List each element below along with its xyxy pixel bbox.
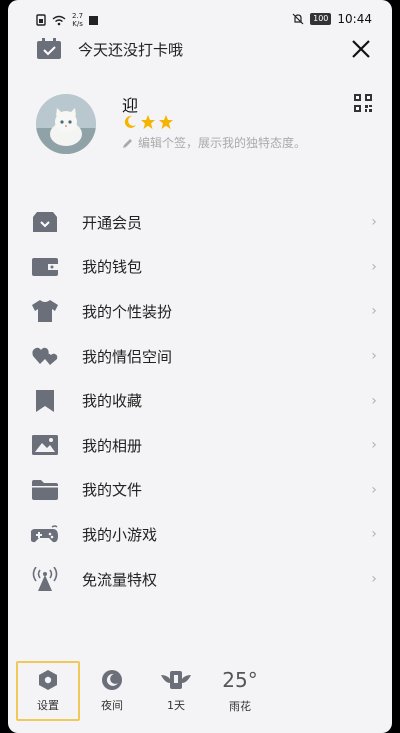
sim-card-icon bbox=[36, 14, 46, 26]
checkin-days-button[interactable]: 1天 bbox=[144, 661, 208, 721]
settings-label: 设置 bbox=[37, 699, 59, 712]
menu-item-album[interactable]: 我的相册 › bbox=[28, 423, 380, 468]
moon-level-icon bbox=[124, 115, 136, 128]
tshirt-icon bbox=[32, 300, 58, 323]
menu-item-label: 我的钱包 bbox=[82, 258, 143, 277]
menu-item-label: 免流量特权 bbox=[82, 570, 158, 589]
menu-item-favorites[interactable]: 我的收藏 › bbox=[28, 378, 380, 423]
chevron-right-icon: › bbox=[371, 481, 377, 498]
clock: 10:44 bbox=[337, 12, 372, 26]
vip-shop-icon bbox=[33, 212, 57, 233]
profile-section: 迎 编辑个签，展示我的独特态度。 bbox=[36, 94, 372, 154]
menu-item-label: 我的情侣空间 bbox=[82, 347, 173, 366]
weather-location: 雨花 bbox=[229, 700, 251, 713]
bottom-bar: 设置 夜间 1天 25° 雨花 bbox=[8, 655, 392, 733]
chevron-right-icon: › bbox=[371, 303, 377, 320]
gamepad-icon bbox=[31, 525, 58, 543]
chevron-right-icon: › bbox=[371, 437, 377, 454]
status-left: 2.7 K/s bbox=[36, 12, 99, 28]
photo-icon bbox=[32, 435, 58, 456]
settings-button[interactable]: 设置 bbox=[16, 661, 80, 721]
chevron-right-icon: › bbox=[371, 526, 377, 543]
menu-item-wallet[interactable]: 我的钱包 › bbox=[28, 245, 380, 290]
menu-item-couple[interactable]: 我的情侣空间 › bbox=[28, 334, 380, 379]
night-mode-button[interactable]: 夜间 bbox=[80, 661, 144, 721]
night-label: 夜间 bbox=[101, 699, 123, 712]
menu-list: 开通会员 › 我的钱包 › 我的个性装扮 › 我的情侣空间 › 我的收藏 › 我… bbox=[28, 200, 380, 601]
menu-item-label: 我的收藏 bbox=[82, 392, 143, 411]
username[interactable]: 迎 bbox=[122, 92, 138, 116]
bookmark-icon bbox=[36, 389, 54, 412]
signature-placeholder: 编辑个签，展示我的独特态度。 bbox=[138, 136, 307, 150]
level-badges[interactable] bbox=[122, 114, 174, 130]
chevron-right-icon: › bbox=[371, 348, 377, 365]
avatar[interactable] bbox=[36, 94, 96, 154]
menu-item-vip[interactable]: 开通会员 › bbox=[28, 200, 380, 245]
status-right: 100 10:44 bbox=[292, 12, 372, 26]
menu-item-label: 我的文件 bbox=[82, 481, 143, 500]
menu-item-label: 我的小游戏 bbox=[82, 525, 158, 544]
menu-item-dressup[interactable]: 我的个性装扮 › bbox=[28, 289, 380, 334]
menu-item-label: 我的个性装扮 bbox=[82, 302, 173, 321]
weather-button[interactable]: 25° 雨花 bbox=[208, 661, 272, 721]
weather-temperature: 25° bbox=[222, 668, 258, 692]
winged-badge-icon bbox=[161, 671, 191, 689]
menu-item-free-data[interactable]: 免流量特权 › bbox=[28, 557, 380, 602]
star-level-icon bbox=[141, 115, 155, 129]
wifi-icon bbox=[52, 15, 66, 25]
menu-item-label: 开通会员 bbox=[82, 213, 143, 232]
battery-indicator: 100 bbox=[310, 13, 332, 25]
star-level-icon bbox=[159, 115, 173, 129]
signal-tower-icon bbox=[32, 567, 58, 592]
calendar-check-icon[interactable] bbox=[36, 38, 62, 60]
menu-item-files[interactable]: 我的文件 › bbox=[28, 468, 380, 513]
moon-icon bbox=[102, 670, 122, 690]
network-speed-unit: K/s bbox=[72, 20, 83, 28]
network-speed: 2.7 K/s bbox=[72, 12, 83, 28]
mute-bell-icon bbox=[292, 13, 304, 25]
folder-icon bbox=[32, 479, 58, 500]
drawer-panel: 2.7 K/s 100 10:44 今天还没打卡哦 迎 编辑个签，展示我的独特态… bbox=[8, 0, 392, 733]
chevron-right-icon: › bbox=[371, 258, 377, 275]
chevron-right-icon: › bbox=[371, 571, 377, 588]
menu-item-label: 我的相册 bbox=[82, 436, 143, 455]
network-speed-value: 2.7 bbox=[72, 12, 84, 20]
checkin-days-label: 1天 bbox=[167, 699, 185, 712]
signature-edit[interactable]: 编辑个签，展示我的独特态度。 bbox=[122, 134, 306, 151]
notification-square-icon bbox=[89, 15, 99, 25]
status-bar: 2.7 K/s 100 10:44 bbox=[8, 0, 392, 38]
chevron-right-icon: › bbox=[371, 214, 377, 231]
checkin-row: 今天还没打卡哦 bbox=[36, 34, 372, 64]
settings-hex-icon bbox=[39, 670, 57, 690]
chevron-right-icon: › bbox=[371, 392, 377, 409]
qr-code-icon[interactable] bbox=[354, 94, 372, 112]
checkin-text[interactable]: 今天还没打卡哦 bbox=[78, 39, 350, 60]
close-icon[interactable] bbox=[350, 38, 372, 60]
couple-hearts-icon bbox=[32, 347, 58, 366]
cat-avatar-image bbox=[36, 94, 96, 154]
wallet-icon bbox=[32, 257, 58, 276]
pencil-icon bbox=[123, 138, 132, 148]
menu-item-minigames[interactable]: 我的小游戏 › bbox=[28, 512, 380, 557]
